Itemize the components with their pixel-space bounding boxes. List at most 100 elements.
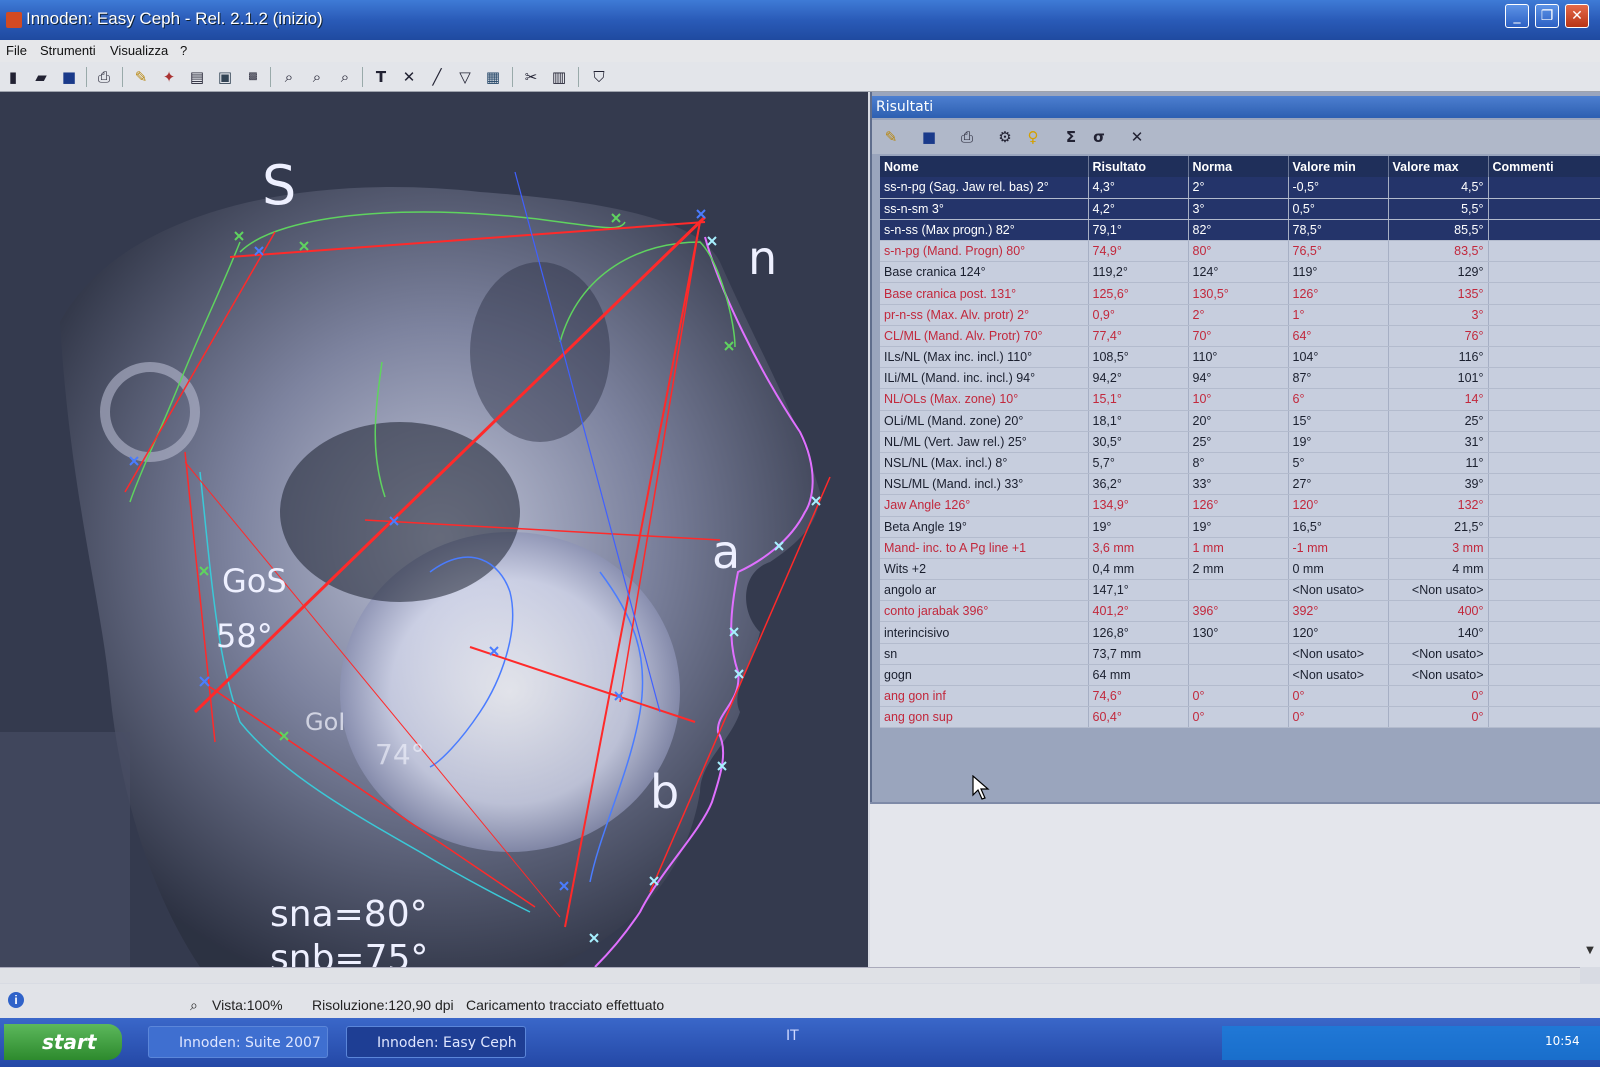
column-header-risultato[interactable]: Risultato — [1088, 156, 1189, 177]
bulb-icon[interactable]: ♀ — [1022, 126, 1044, 148]
save-icon[interactable]: ■ — [918, 126, 940, 148]
tracing-icon[interactable]: ✦ — [158, 66, 180, 88]
tools-icon[interactable]: ✂ — [520, 66, 542, 88]
results-row[interactable]: ILs/NL (Max inc. incl.) 110° 108,5° 110° 10… — [880, 346, 1600, 369]
cell-commenti — [1488, 177, 1600, 199]
menu-file[interactable]: File — [6, 43, 27, 58]
results-row[interactable]: conto jarabak 396° 401,2° 396° 392° 400° — [880, 600, 1600, 623]
photo-icon[interactable]: ▦ — [482, 66, 504, 88]
open-icon[interactable]: ▰ — [30, 66, 52, 88]
shape-icon[interactable]: ▽ — [454, 66, 476, 88]
results-row[interactable]: pr-n-ss (Max. Alv. protr) 2° 0,9° 2° 1° 3° — [880, 304, 1600, 326]
results-row[interactable]: Wits +2 0,4 mm 2 mm 0 mm 4 mm — [880, 558, 1600, 581]
text-icon[interactable]: T — [370, 66, 392, 88]
cell-commenti — [1488, 304, 1600, 326]
image-icon[interactable]: ▣ — [214, 66, 236, 88]
results-row[interactable]: s-n-ss (Max progn.) 82° 79,1° 82° 78,5° 85,5… — [880, 219, 1600, 242]
import-icon[interactable]: ▤ — [186, 66, 208, 88]
cell-nome: ILi/ML (Mand. inc. incl.) 94° — [880, 367, 1089, 390]
results-row[interactable]: ss-n-pg (Sag. Jaw rel. bas) 2° 4,3° 2° -0,5… — [880, 177, 1600, 199]
minimize-button[interactable]: _ — [1505, 4, 1529, 28]
cell-norma — [1188, 579, 1289, 602]
menu-strumenti[interactable]: Strumenti — [40, 43, 96, 58]
language-indicator[interactable]: IT — [786, 1028, 799, 1044]
results-row[interactable]: interincisivo 126,8° 130° 120° 140° — [880, 621, 1600, 644]
cell-commenti — [1488, 579, 1600, 602]
sigma-icon[interactable]: Σ — [1060, 126, 1082, 148]
cell-valore-max: 14° — [1388, 388, 1489, 411]
cell-nome: ang gon sup — [880, 706, 1089, 729]
pencil-icon[interactable]: ✎ — [880, 126, 902, 148]
gear-icon[interactable]: ⚙ — [994, 126, 1016, 148]
menu-help[interactable]: ? — [180, 43, 187, 58]
dex-icon[interactable]: ▩ — [242, 66, 264, 88]
cell-valore-max: 135° — [1388, 282, 1489, 305]
results-row[interactable]: angolo ar 147,1° <Non usato> <Non usato> — [880, 579, 1600, 602]
taskbar-item-easy-ceph[interactable]: Innoden: Easy Ceph ... — [346, 1026, 526, 1058]
windows-taskbar: start Innoden: Suite 2007 ... Innoden: E… — [0, 1018, 1600, 1067]
xray-canvas[interactable]: S n a b GoS 58° GoI 74° sna=80° snb=75° — [0, 92, 868, 967]
results-row[interactable]: ILi/ML (Mand. inc. incl.) 94° 94,2° 94° 87°… — [880, 367, 1600, 390]
results-row[interactable]: NL/OLs (Max. zone) 10° 15,1° 10° 6° 14° — [880, 388, 1600, 411]
cell-valore-min: 120° — [1288, 621, 1389, 644]
line-icon[interactable]: ╱ — [426, 66, 448, 88]
label-goi: GoI — [305, 708, 345, 736]
column-header-nome[interactable]: Nome — [880, 156, 1089, 177]
close-button[interactable]: ✕ — [1565, 4, 1589, 28]
column-header-valore-max[interactable]: Valore max — [1388, 156, 1489, 177]
cell-nome: gogn — [880, 664, 1089, 687]
cross-icon[interactable]: ✕ — [398, 66, 420, 88]
table-icon[interactable]: ▥ — [548, 66, 570, 88]
horizontal-scrollbar[interactable] — [0, 967, 1580, 983]
results-row[interactable]: NSL/ML (Mand. incl.) 33° 36,2° 33° 27° 39° — [880, 473, 1600, 496]
cephalometric-xray-view[interactable]: S n a b GoS 58° GoI 74° sna=80° snb=75° — [0, 92, 868, 967]
results-row[interactable]: OLi/ML (Mand. zone) 20° 18,1° 20° 15° 25° — [880, 410, 1600, 432]
results-row[interactable]: Base cranica 124° 119,2° 124° 119° 129° — [880, 261, 1600, 284]
cell-commenti — [1488, 198, 1600, 220]
results-row[interactable]: s-n-pg (Mand. Progn) 80° 74,9° 80° 76,5° 83,… — [880, 240, 1600, 263]
results-row[interactable]: ang gon sup 60,4° 0° 0° 0° — [880, 706, 1600, 729]
cell-valore-min: 16,5° — [1288, 516, 1389, 538]
print-icon[interactable]: ⎙ — [956, 126, 978, 148]
column-header-commenti[interactable]: Commenti — [1488, 156, 1600, 177]
status-zoom-icon: ⌕ — [190, 997, 198, 1013]
column-header-valore-min[interactable]: Valore min — [1288, 156, 1389, 177]
easy-ceph-window: Innoden: Easy Ceph - Rel. 2.1.2 (inizio)… — [0, 0, 1600, 1067]
results-row[interactable]: CL/ML (Mand. Alv. Protr) 70° 77,4° 70° 64° 7… — [880, 325, 1600, 348]
results-row[interactable]: NL/ML (Vert. Jaw rel.) 25° 30,5° 25° 19° 31° — [880, 431, 1600, 453]
results-row[interactable]: NSL/NL (Max. incl.) 8° 5,7° 8° 5° 11° — [880, 452, 1600, 475]
cell-nome: pr-n-ss (Max. Alv. protr) 2° — [880, 304, 1089, 326]
maximize-button[interactable]: ❐ — [1535, 4, 1559, 28]
cell-norma: 110° — [1188, 346, 1289, 369]
pencil-icon[interactable]: ✎ — [130, 66, 152, 88]
results-row[interactable]: Mand- inc. to A Pg line +1 3,6 mm 1 mm -1 m… — [880, 537, 1600, 559]
results-row[interactable]: Jaw Angle 126° 134,9° 126° 120° 132° — [880, 494, 1600, 517]
print-icon[interactable]: ⎙ — [93, 66, 115, 88]
shield-icon[interactable]: ⛉ — [588, 66, 610, 88]
cell-valore-min: <Non usato> — [1288, 579, 1389, 602]
zoom-fit-icon[interactable]: ⌕ — [334, 66, 356, 88]
new-icon[interactable]: ▮ — [2, 66, 24, 88]
results-row[interactable]: ang gon inf 74,6° 0° 0° 0° — [880, 685, 1600, 708]
menu-visualizza[interactable]: Visualizza — [110, 43, 168, 58]
results-row[interactable]: Base cranica post. 131° 125,6° 130,5° 126° 1… — [880, 282, 1600, 305]
cell-commenti — [1488, 431, 1600, 453]
start-button[interactable]: start — [4, 1024, 122, 1060]
zoom-out-icon[interactable]: ⌕ — [306, 66, 328, 88]
results-row[interactable]: gogn 64 mm <Non usato> <Non usato> — [880, 664, 1600, 687]
cell-risultato: 74,6° — [1088, 685, 1189, 708]
close-table-icon[interactable]: ✕ — [1126, 126, 1148, 148]
save-icon[interactable]: ■ — [58, 66, 80, 88]
column-header-norma[interactable]: Norma — [1188, 156, 1289, 177]
cell-valore-max: 4,5° — [1388, 177, 1489, 199]
app-icon — [6, 12, 22, 28]
scroll-down-arrow-icon[interactable]: ▼ — [1580, 945, 1600, 961]
results-row[interactable]: Beta Angle 19° 19° 19° 16,5° 21,5° — [880, 516, 1600, 538]
results-row[interactable]: sn 73,7 mm <Non usato> <Non usato> — [880, 643, 1600, 665]
results-row[interactable]: ss-n-sm 3° 4,2° 3° 0,5° 5,5° — [880, 198, 1600, 220]
cell-valore-max: 83,5° — [1388, 240, 1489, 263]
std-dev-icon[interactable]: σ — [1088, 126, 1110, 148]
cell-valore-max: 11° — [1388, 452, 1489, 475]
taskbar-item-suite[interactable]: Innoden: Suite 2007 ... — [148, 1026, 328, 1058]
zoom-in-icon[interactable]: ⌕ — [278, 66, 300, 88]
